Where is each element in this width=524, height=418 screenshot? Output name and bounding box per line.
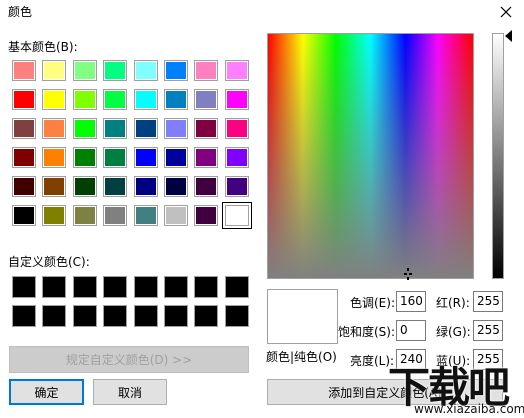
green-label: 绿(G): (436, 325, 471, 339)
custom-color-slot[interactable] (73, 276, 97, 298)
basic-color-swatch[interactable] (164, 205, 188, 226)
basic-color-swatch[interactable] (194, 60, 218, 81)
basic-color-swatch[interactable] (134, 118, 158, 139)
basic-color-swatch[interactable] (194, 118, 218, 139)
custom-color-slot[interactable] (164, 305, 188, 327)
basic-color-swatch[interactable] (134, 89, 158, 110)
basic-color-swatch[interactable] (222, 202, 252, 229)
custom-color-slot[interactable] (73, 305, 97, 327)
hue-input[interactable] (400, 294, 422, 308)
ok-button[interactable]: 确定 (9, 379, 84, 405)
custom-color-slot[interactable] (194, 276, 218, 298)
basic-color-swatch[interactable] (42, 147, 66, 168)
custom-color-slot[interactable] (134, 305, 158, 327)
window-title: 颜色 (8, 5, 33, 19)
basic-color-swatch[interactable] (225, 60, 249, 81)
basic-color-swatch[interactable] (225, 89, 249, 110)
basic-color-swatch[interactable] (73, 89, 97, 110)
basic-color-swatch[interactable] (164, 147, 188, 168)
basic-color-swatch[interactable] (194, 89, 218, 110)
hue-label: 色调(E): (350, 296, 395, 310)
saturation-input[interactable] (400, 323, 422, 337)
basic-color-swatch[interactable] (164, 89, 188, 110)
saturation-field[interactable] (396, 320, 426, 341)
cancel-button[interactable]: 取消 (93, 379, 167, 405)
add-to-custom-colors-button[interactable]: 添加到自定义颜色(A) (267, 379, 503, 405)
basic-color-swatch[interactable] (42, 205, 66, 226)
custom-color-slot[interactable] (103, 305, 127, 327)
green-input[interactable] (477, 323, 499, 337)
preview-label: 颜色|纯色(O) (266, 350, 337, 364)
basic-color-swatch[interactable] (12, 60, 36, 81)
red-field[interactable] (473, 291, 503, 312)
basic-color-swatch[interactable] (42, 118, 66, 139)
basic-color-swatch[interactable] (42, 89, 66, 110)
red-label: 红(R): (436, 296, 470, 310)
custom-color-slot[interactable] (12, 305, 36, 327)
custom-color-slot[interactable] (42, 276, 66, 298)
basic-color-swatch[interactable] (194, 147, 218, 168)
custom-color-slot[interactable] (225, 276, 249, 298)
saturation-label: 饱和度(S): (338, 325, 396, 339)
basic-color-swatch[interactable] (164, 60, 188, 81)
custom-color-slot[interactable] (42, 305, 66, 327)
basic-color-swatch[interactable] (194, 176, 218, 197)
basic-color-swatch[interactable] (134, 60, 158, 81)
basic-color-swatch[interactable] (103, 176, 127, 197)
custom-color-slot[interactable] (225, 305, 249, 327)
basic-colors-label: 基本颜色(B): (8, 40, 78, 54)
basic-color-swatch[interactable] (103, 89, 127, 110)
basic-color-swatch[interactable] (225, 147, 249, 168)
custom-color-slot[interactable] (134, 276, 158, 298)
basic-color-swatch[interactable] (73, 176, 97, 197)
basic-color-swatch[interactable] (225, 118, 249, 139)
custom-color-slot[interactable] (103, 276, 127, 298)
red-input[interactable] (477, 294, 499, 308)
close-icon (500, 6, 512, 18)
custom-color-slot[interactable] (194, 305, 218, 327)
basic-color-swatch[interactable] (164, 176, 188, 197)
basic-color-swatch[interactable] (134, 176, 158, 197)
basic-color-swatch[interactable] (194, 205, 218, 226)
luminance-input[interactable] (400, 352, 422, 366)
basic-color-swatch[interactable] (103, 118, 127, 139)
custom-color-slot[interactable] (12, 276, 36, 298)
crosshair-icon (404, 268, 412, 280)
basic-color-swatch[interactable] (12, 118, 36, 139)
basic-color-swatch[interactable] (73, 205, 97, 226)
blue-input[interactable] (477, 352, 499, 366)
luminance-field[interactable] (396, 349, 426, 370)
basic-color-swatch[interactable] (225, 176, 249, 197)
basic-color-swatch[interactable] (134, 147, 158, 168)
basic-color-swatch[interactable] (164, 118, 188, 139)
luminance-label: 亮度(L): (350, 354, 395, 368)
custom-colors-label: 自定义颜色(C): (8, 255, 90, 269)
custom-color-slot[interactable] (164, 276, 188, 298)
blue-field[interactable] (473, 349, 503, 370)
hue-field[interactable] (396, 291, 426, 312)
basic-color-swatch[interactable] (103, 205, 127, 226)
basic-color-swatch[interactable] (73, 118, 97, 139)
basic-color-swatch[interactable] (103, 147, 127, 168)
define-custom-colors-button[interactable]: 规定自定义颜色(D) >> (9, 346, 249, 373)
basic-color-swatch[interactable] (12, 89, 36, 110)
basic-color-swatch[interactable] (134, 205, 158, 226)
basic-color-swatch[interactable] (12, 205, 36, 226)
close-button[interactable] (494, 0, 518, 24)
blue-label: 蓝(U): (436, 354, 471, 368)
basic-color-swatch[interactable] (42, 176, 66, 197)
basic-color-swatch[interactable] (103, 60, 127, 81)
basic-color-swatch[interactable] (73, 60, 97, 81)
basic-color-swatch[interactable] (42, 60, 66, 81)
basic-color-swatch[interactable] (12, 176, 36, 197)
green-field[interactable] (473, 320, 503, 341)
luminance-slider[interactable] (492, 33, 504, 279)
color-spectrum[interactable] (267, 33, 474, 279)
basic-color-swatch[interactable] (73, 147, 97, 168)
basic-color-swatch[interactable] (12, 147, 36, 168)
luminance-pointer-icon[interactable] (505, 30, 512, 42)
color-preview (267, 289, 338, 344)
